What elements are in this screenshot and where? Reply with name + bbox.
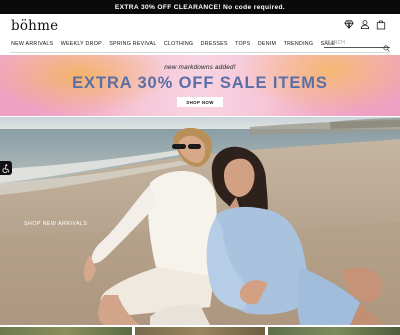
promo-text[interactable]: EXTRA 30% OFF CLEARANCE! No code require… <box>115 4 285 11</box>
product-thumbnail[interactable] <box>135 327 265 335</box>
shop-new-arrivals-link[interactable]: SHOP NEW ARRIVALS <box>24 221 87 227</box>
main-nav: NEW ARRIVALS WEEKLY DROP SPRING REVIVAL … <box>11 41 343 47</box>
nav-item-clothing[interactable]: CLOTHING <box>164 41 193 47</box>
search-box[interactable] <box>324 39 390 52</box>
nav-item-tops[interactable]: TOPS <box>235 41 250 47</box>
product-thumbnail-row <box>0 327 400 335</box>
brand-logo[interactable]: böhme <box>11 18 58 34</box>
banner-headline[interactable]: EXTRA 30% OFF SALE ITEMS <box>0 74 400 93</box>
nav-item-new-arrivals[interactable]: NEW ARRIVALS <box>11 41 53 47</box>
accessibility-button[interactable] <box>0 161 12 175</box>
accessibility-icon <box>2 163 10 173</box>
account-icon[interactable] <box>360 19 370 30</box>
bag-icon[interactable] <box>376 19 386 30</box>
nav-item-dresses[interactable]: DRESSES <box>201 41 228 47</box>
search-input[interactable] <box>324 40 380 46</box>
header-icons <box>344 19 386 30</box>
promo-bar[interactable]: EXTRA 30% OFF CLEARANCE! No code require… <box>0 0 400 14</box>
search-icon[interactable] <box>383 39 390 52</box>
nav-item-denim[interactable]: DENIM <box>258 41 276 47</box>
header-divider <box>10 52 390 53</box>
hero-image[interactable]: SHOP NEW ARRIVALS <box>0 117 400 325</box>
diamond-icon[interactable] <box>344 19 354 30</box>
product-thumbnail[interactable] <box>0 327 132 335</box>
site-header: böhme NEW ARRIVALS WEEKLY DROP SPRING RE… <box>0 14 400 53</box>
sale-banner[interactable]: new markdowns added! EXTRA 30% OFF SALE … <box>0 55 400 116</box>
nav-item-weekly-drop[interactable]: WEEKLY DROP <box>61 41 102 47</box>
product-thumbnail[interactable] <box>268 327 400 335</box>
banner-kicker: new markdowns added! <box>164 64 236 71</box>
nav-item-trending[interactable]: TRENDING <box>284 41 314 47</box>
shop-now-button[interactable]: SHOP NOW <box>177 97 223 107</box>
nav-item-spring-revival[interactable]: SPRING REVIVAL <box>109 41 156 47</box>
